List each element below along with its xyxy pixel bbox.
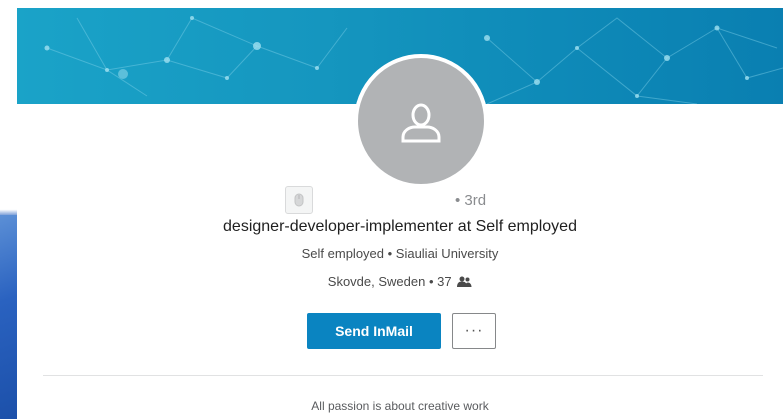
profile-screen: • 3rd designer-developer-implementer at …	[0, 0, 783, 419]
connections-icon	[457, 276, 472, 291]
person-silhouette-icon	[401, 103, 441, 143]
connection-degree: • 3rd	[455, 192, 487, 209]
profile-card: • 3rd designer-developer-implementer at …	[17, 0, 783, 419]
send-inmail-button[interactable]: Send InMail	[307, 313, 441, 349]
name-row: • 3rd	[17, 186, 783, 214]
more-options-button[interactable]: ···	[452, 313, 496, 349]
location-connections-text: Skovde, Sweden • 37	[327, 274, 452, 289]
profile-location-connections: Skovde, Sweden • 37	[17, 274, 783, 291]
profile-summary: All passion is about creative work	[311, 399, 489, 413]
profile-actions: Send InMail ···	[17, 313, 783, 351]
premium-badge-icon	[285, 186, 313, 214]
profile-avatar[interactable]	[354, 54, 488, 188]
profile-headline: designer-developer-implementer at Self e…	[223, 218, 577, 235]
section-divider	[43, 375, 763, 376]
profile-work-education: Self employed • Siauliai University	[301, 246, 499, 261]
